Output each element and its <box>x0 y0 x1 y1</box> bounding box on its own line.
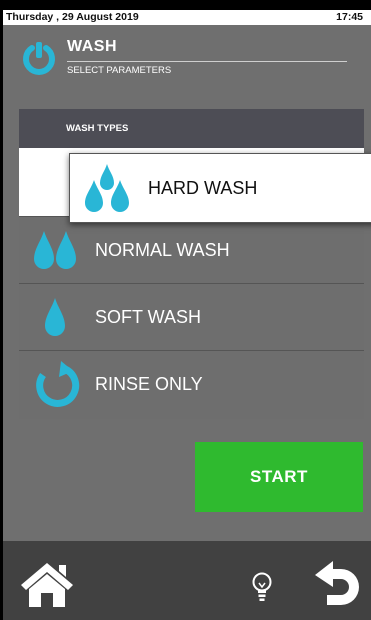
single-drop-icon <box>45 298 65 336</box>
status-time: 17:45 <box>336 11 363 23</box>
rinse-icon <box>36 361 80 407</box>
wash-type-label: NORMAL WASH <box>95 240 230 260</box>
wash-type-rinse[interactable]: RINSE ONLY <box>19 350 364 419</box>
page-subtitle: SELECT PARAMETERS <box>67 65 172 76</box>
triple-drop-icon <box>85 164 129 212</box>
wash-screen: Thursday , 29 August 2019 17:45 WASH SEL… <box>3 10 371 620</box>
header-divider <box>67 61 347 62</box>
wash-type-hard-selected[interactable]: HARD WASH <box>69 153 371 223</box>
start-button[interactable]: START <box>195 442 363 512</box>
wash-types-header: WASH TYPES <box>19 109 364 148</box>
home-icon[interactable] <box>17 559 77 609</box>
status-date: Thursday , 29 August 2019 <box>6 11 139 23</box>
wash-type-normal[interactable]: NORMAL WASH <box>19 216 364 283</box>
wash-type-label: SOFT WASH <box>95 307 202 327</box>
status-bar: Thursday , 29 August 2019 17:45 <box>3 10 371 25</box>
wash-type-label: RINSE ONLY <box>95 374 203 394</box>
wash-type-soft[interactable]: SOFT WASH <box>19 283 364 350</box>
wash-type-label: HARD WASH <box>148 178 258 198</box>
wash-types-heading: WASH TYPES <box>66 123 129 134</box>
lightbulb-icon[interactable] <box>251 571 273 605</box>
back-icon[interactable] <box>313 559 363 611</box>
power-icon <box>23 42 55 75</box>
double-drop-icon <box>34 231 76 269</box>
footer-bar <box>3 541 371 620</box>
page-title: WASH <box>67 38 117 55</box>
